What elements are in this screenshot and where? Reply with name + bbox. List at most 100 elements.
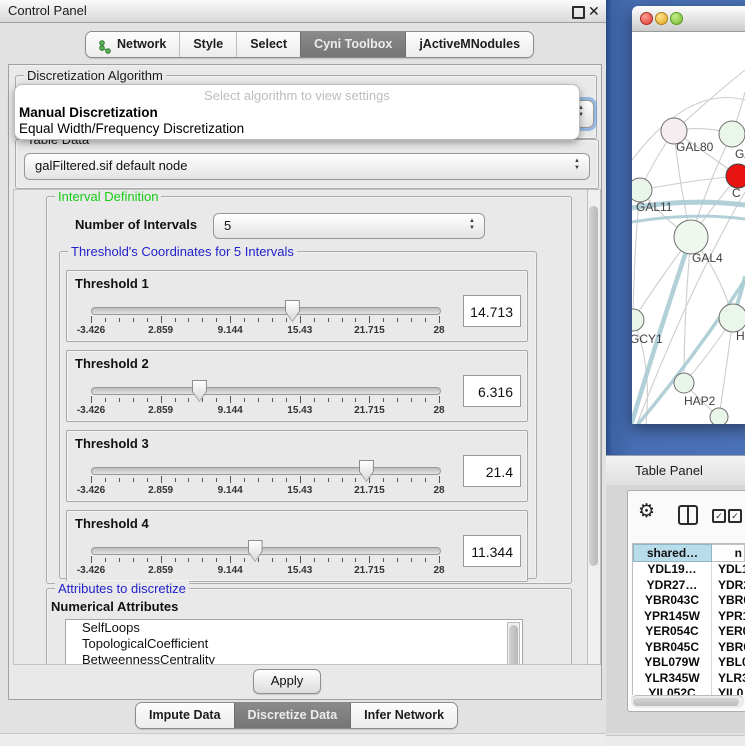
slider-tick: [314, 558, 315, 562]
popup-option-manual-discretization[interactable]: Manual Discretization: [19, 105, 158, 120]
network-node-gal4[interactable]: [674, 220, 708, 254]
slider-tick: [244, 558, 245, 562]
table-hscrollbar[interactable]: [631, 695, 744, 708]
tab-select[interactable]: Select: [236, 32, 300, 57]
slider-tick: [188, 318, 189, 322]
threshold-value-field[interactable]: 14.713: [463, 295, 521, 327]
close-icon[interactable]: ✕: [588, 2, 600, 20]
slider-tick: [383, 478, 384, 482]
table-row[interactable]: YDR27…YDR2: [633, 578, 745, 594]
slider-tick: [383, 318, 384, 322]
network-graph[interactable]: GAL80GACGAL11GAL4GCY1HHAP2: [632, 32, 745, 424]
tab-cyni-toolbox[interactable]: Cyni Toolbox: [300, 32, 405, 57]
group-title: Discretization Algorithm: [24, 68, 166, 83]
tab-impute-data[interactable]: Impute Data: [136, 703, 234, 728]
table-row[interactable]: YER054CYER0: [633, 624, 745, 640]
number-of-intervals-spinner[interactable]: 5 ▲▼: [213, 213, 485, 239]
number-of-intervals-label: Number of Intervals: [75, 217, 197, 232]
threshold-slider[interactable]: -3.4262.8599.14415.4321.71528: [91, 383, 439, 421]
table-row[interactable]: YDL19…YDL1: [633, 562, 745, 578]
scrollbar-thumb[interactable]: [509, 625, 518, 665]
slider-tick: [147, 398, 148, 402]
slider-track[interactable]: [91, 547, 441, 555]
slider-tick: [202, 318, 203, 322]
stepper-arrows-icon: ▲▼: [574, 158, 580, 172]
column-header-shared-name[interactable]: shared…: [633, 544, 712, 562]
table-row[interactable]: YBR045CYBR0: [633, 640, 745, 656]
network-node-gcy1[interactable]: [632, 309, 644, 331]
scrollbar-thumb[interactable]: [589, 206, 598, 566]
slider-tick: [91, 396, 92, 403]
tab-jactivemnodules[interactable]: jActiveMNodules: [405, 32, 533, 57]
slider-track[interactable]: [91, 387, 441, 395]
tab-infer-network[interactable]: Infer Network: [350, 703, 457, 728]
attribute-item-selfloops[interactable]: SelfLoops: [66, 620, 522, 636]
tab-style[interactable]: Style: [179, 32, 236, 57]
threshold-slider[interactable]: -3.4262.8599.14415.4321.71528: [91, 543, 439, 581]
slider-tick: [328, 398, 329, 402]
slider-tick: [202, 478, 203, 482]
table-row[interactable]: YLR345WYLR3: [633, 671, 745, 687]
tab-network[interactable]: Network: [86, 32, 179, 57]
node-label-gal11: GAL11: [636, 200, 673, 214]
slider-tick: [230, 556, 231, 563]
checkbox-icon[interactable]: ✓: [728, 509, 742, 523]
slider-tick: [147, 558, 148, 562]
network-node-hap2[interactable]: [674, 373, 694, 393]
gear-icon[interactable]: ⚙: [638, 501, 655, 523]
scrollbar-thumb[interactable]: [633, 698, 739, 706]
attribute-item-topologicalcoefficient[interactable]: TopologicalCoefficient: [66, 636, 522, 652]
slider-tick: [258, 558, 259, 562]
settings-scrollbar[interactable]: [587, 189, 601, 665]
slider-thumb[interactable]: [359, 460, 374, 482]
cell-name: YDR2: [712, 578, 745, 594]
threshold-slider[interactable]: -3.4262.8599.14415.4321.71528: [91, 463, 439, 501]
table-row[interactable]: YPR145WYPR1: [633, 609, 745, 625]
slider-tick: [175, 398, 176, 402]
slider-track[interactable]: [91, 467, 441, 475]
network-node-c[interactable]: [726, 164, 745, 188]
threshold-value-field[interactable]: 6.316: [463, 375, 521, 407]
network-node-h[interactable]: [719, 304, 745, 332]
slider-tick: [258, 398, 259, 402]
threshold-slider[interactable]: -3.4262.8599.14415.4321.71528: [91, 303, 439, 341]
threshold-value-field[interactable]: 21.4: [463, 455, 521, 487]
interval-definition-group: Interval Definition Number of Intervals …: [46, 196, 572, 584]
split-columns-icon[interactable]: [678, 505, 698, 525]
popup-option-equal-width-frequency[interactable]: Equal Width/Frequency Discretization: [19, 121, 244, 136]
slider-track[interactable]: [91, 307, 441, 315]
slider-thumb[interactable]: [192, 380, 207, 402]
close-traffic-light-icon[interactable]: [640, 12, 653, 25]
network-edge[interactable]: [719, 318, 733, 417]
table-row[interactable]: YBL079WYBL0: [633, 655, 745, 671]
network-node-ga[interactable]: [719, 121, 745, 147]
apply-button[interactable]: Apply: [253, 669, 321, 694]
network-node-gal11[interactable]: [632, 178, 652, 202]
table-data-combobox[interactable]: galFiltered.sif default node ▲▼: [24, 153, 590, 180]
slider-tick: [188, 398, 189, 402]
slider-tick: [216, 478, 217, 482]
column-header-name[interactable]: n: [712, 544, 745, 562]
slider-thumb[interactable]: [248, 540, 263, 562]
float-window-icon[interactable]: [572, 6, 585, 19]
node-label-hap2: HAP2: [684, 394, 716, 408]
slider-tick: [216, 318, 217, 322]
slider-tick: [300, 316, 301, 323]
threshold-value-field[interactable]: 11.344: [463, 535, 521, 567]
attributes-list-scrollbar[interactable]: [507, 622, 520, 665]
table-row[interactable]: YIL052CYIL0: [633, 686, 745, 695]
slider-tick: [216, 558, 217, 562]
network-canvas[interactable]: GAL80GACGAL11GAL4GCY1HHAP2: [632, 32, 745, 424]
attribute-item-betweennesscentrality[interactable]: BetweennessCentrality: [66, 652, 522, 665]
minimize-traffic-light-icon[interactable]: [655, 12, 668, 25]
network-node[interactable]: [710, 408, 728, 424]
slider-tick: [397, 478, 398, 482]
slider-thumb[interactable]: [285, 300, 300, 322]
tab-discretize-data[interactable]: Discretize Data: [234, 703, 351, 728]
cell-shared-name: YER054C: [633, 624, 712, 640]
network-edge[interactable]: [640, 176, 738, 190]
table-row[interactable]: YBR043CYBR0: [633, 593, 745, 609]
checkbox-icon[interactable]: ✓: [712, 509, 726, 523]
slider-tick: [439, 396, 440, 403]
zoom-traffic-light-icon[interactable]: [670, 12, 683, 25]
